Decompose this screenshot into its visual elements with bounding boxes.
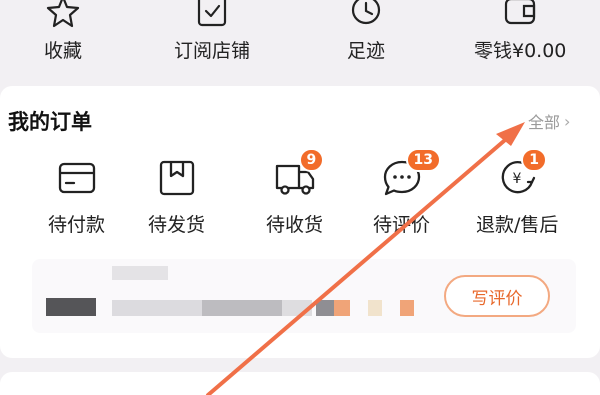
pending-shipment-label: 待发货 bbox=[148, 214, 206, 236]
obscured-text bbox=[368, 300, 382, 316]
pending-receipt-badge: 9 bbox=[298, 148, 325, 172]
svg-text:¥: ¥ bbox=[513, 171, 522, 187]
pending-receipt-label: 待收货 bbox=[266, 214, 324, 236]
obscured-text bbox=[334, 300, 350, 316]
order-pending-review[interactable]: 13 待评价 bbox=[373, 148, 441, 237]
all-orders-link[interactable]: 全部 › bbox=[528, 109, 570, 133]
order-pending-shipment[interactable]: 待发货 bbox=[148, 156, 205, 237]
subscribed-shops-shortcut[interactable]: 订阅店铺 bbox=[174, 0, 250, 63]
footprints-label: 足迹 bbox=[347, 40, 386, 62]
clock-icon bbox=[351, 0, 381, 25]
subscribed-shops-label: 订阅店铺 bbox=[174, 40, 251, 62]
refund-aftersales-label: 退款/售后 bbox=[476, 214, 559, 236]
pending-payment-label: 待付款 bbox=[48, 214, 106, 236]
order-pending-payment[interactable]: 待付款 bbox=[48, 156, 105, 237]
shortcut-row: 收藏 订阅店铺 足迹 零钱¥0.00 bbox=[0, 0, 600, 82]
chevron-right-icon: › bbox=[564, 111, 571, 131]
obscured-text bbox=[112, 300, 202, 316]
obscured-text bbox=[282, 300, 312, 316]
orders-title: 我的订单 bbox=[8, 110, 92, 134]
favorites-label: 收藏 bbox=[44, 40, 83, 62]
refund-badge: 1 bbox=[521, 148, 547, 172]
obscured-text bbox=[112, 266, 168, 280]
wallet-label: 零钱¥0.00 bbox=[474, 40, 567, 62]
all-orders-label: 全部 bbox=[528, 113, 561, 132]
write-review-button[interactable]: 写评价 bbox=[444, 275, 550, 317]
order-pending-receipt[interactable]: 9 待收货 bbox=[266, 148, 325, 237]
star-icon bbox=[46, 0, 80, 28]
next-card bbox=[0, 372, 600, 395]
favorites-shortcut[interactable]: 收藏 bbox=[44, 0, 82, 63]
footprints-shortcut[interactable]: 足迹 bbox=[347, 0, 385, 63]
pending-review-label: 待评价 bbox=[373, 214, 431, 236]
obscured-text bbox=[400, 300, 414, 316]
pending-review-badge: 13 bbox=[405, 148, 441, 172]
card-icon bbox=[58, 162, 95, 194]
wallet-icon bbox=[505, 0, 536, 25]
obscured-text bbox=[46, 298, 96, 316]
order-refund-aftersales[interactable]: ¥ 1 退款/售后 bbox=[476, 148, 559, 237]
obscured-text bbox=[316, 300, 334, 316]
check-box-icon bbox=[197, 0, 227, 27]
obscured-text bbox=[202, 300, 282, 316]
wallet-shortcut[interactable]: 零钱¥0.00 bbox=[474, 0, 566, 63]
package-icon bbox=[159, 160, 194, 196]
